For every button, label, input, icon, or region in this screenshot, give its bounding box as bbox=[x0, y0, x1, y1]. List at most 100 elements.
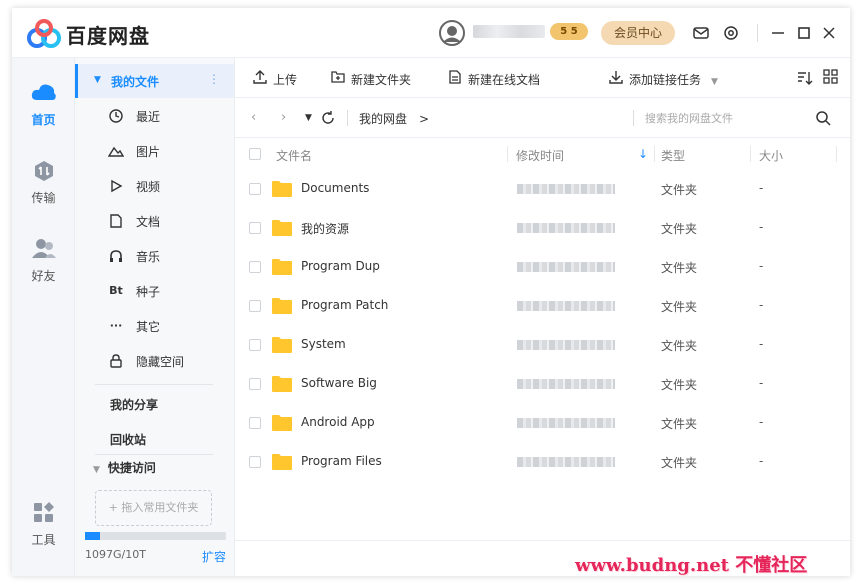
chevron-down-icon[interactable]: ▼ bbox=[711, 77, 718, 87]
new-online-doc-button[interactable]: 新建在线文档 bbox=[448, 70, 540, 88]
file-size: - bbox=[759, 415, 764, 429]
sidebar-quick-access[interactable]: ▼ 快捷访问 bbox=[93, 459, 156, 476]
add-link-task-button[interactable]: 添加链接任务 ▼ bbox=[609, 70, 718, 88]
sidebar-item-label: 文档 bbox=[136, 215, 161, 229]
sidebar-item-label: 音乐 bbox=[136, 250, 161, 264]
new-folder-icon bbox=[331, 71, 345, 83]
vip-level-badge: 5 5 bbox=[550, 23, 588, 40]
column-header-name[interactable]: 文件名 bbox=[276, 147, 312, 164]
quick-access-drop-zone[interactable]: + 拖入常用文件夹 bbox=[95, 490, 212, 526]
sidebar-item-images[interactable]: 图片 bbox=[108, 141, 228, 165]
breadcrumb-root[interactable]: 我的网盘 bbox=[359, 112, 407, 126]
row-checkbox[interactable] bbox=[249, 300, 261, 312]
table-row[interactable]: System 文件夹 - bbox=[235, 326, 850, 365]
folder-icon bbox=[272, 181, 292, 197]
file-name[interactable]: System bbox=[301, 337, 346, 351]
row-checkbox[interactable] bbox=[249, 456, 261, 468]
title-bar: 百度网盘 5 5 会员中心 bbox=[12, 8, 850, 58]
table-row[interactable]: Documents 文件夹 - bbox=[235, 170, 850, 209]
sidebar-item-others[interactable]: ··· 其它 bbox=[108, 316, 228, 340]
row-checkbox[interactable] bbox=[249, 378, 261, 390]
username-blurred[interactable] bbox=[473, 25, 545, 38]
sidebar-item-music[interactable]: 音乐 bbox=[108, 246, 228, 270]
column-header-type[interactable]: 类型 bbox=[661, 147, 685, 164]
back-arrow-icon[interactable]: ‹ bbox=[251, 110, 256, 125]
file-type: 文件夹 bbox=[661, 300, 698, 314]
storage-progress-fill bbox=[85, 532, 101, 540]
row-checkbox[interactable] bbox=[249, 222, 261, 234]
breadcrumb[interactable]: 我的网盘 > bbox=[359, 110, 429, 127]
column-header-modified[interactable]: 修改时间 bbox=[516, 147, 564, 164]
user-avatar-icon[interactable] bbox=[438, 19, 466, 47]
close-icon[interactable] bbox=[818, 22, 840, 44]
file-type: 文件夹 bbox=[661, 417, 698, 431]
table-row[interactable]: 我的资源 文件夹 - bbox=[235, 209, 850, 248]
modified-time-blurred bbox=[517, 262, 615, 272]
my-files-label: 我的文件 bbox=[111, 75, 160, 89]
table-row[interactable]: Android App 文件夹 - bbox=[235, 404, 850, 443]
nav-transfer[interactable]: 传输 bbox=[12, 160, 75, 206]
sidebar-my-share[interactable]: 我的分享 bbox=[110, 396, 158, 413]
select-all-checkbox[interactable] bbox=[249, 148, 261, 160]
file-name[interactable]: Program Files bbox=[301, 454, 382, 468]
settings-gear-icon[interactable] bbox=[720, 22, 742, 44]
folder-icon bbox=[272, 259, 292, 275]
more-vertical-icon[interactable]: ⋮ bbox=[208, 72, 220, 86]
mail-icon[interactable] bbox=[690, 22, 712, 44]
tools-grid-icon bbox=[33, 502, 54, 522]
storage-used-text: 1097G/10T bbox=[85, 548, 146, 561]
file-name[interactable]: Program Dup bbox=[301, 259, 380, 273]
row-checkbox[interactable] bbox=[249, 339, 261, 351]
sidebar-item-hidden-space[interactable]: 隐藏空间 bbox=[108, 351, 228, 375]
maximize-icon[interactable] bbox=[793, 22, 815, 44]
grid-view-icon[interactable] bbox=[823, 69, 839, 85]
play-icon bbox=[111, 179, 123, 193]
file-name[interactable]: Program Patch bbox=[301, 298, 388, 312]
file-name[interactable]: Software Big bbox=[301, 376, 377, 390]
forward-arrow-icon[interactable]: › bbox=[281, 110, 286, 125]
search-input[interactable] bbox=[645, 108, 805, 128]
sidebar-item-documents[interactable]: 文档 bbox=[108, 211, 228, 235]
sidebar-recycle-bin[interactable]: 回收站 bbox=[110, 431, 146, 448]
sort-desc-arrow-icon[interactable]: ↓ bbox=[638, 147, 648, 161]
mountain-image-icon bbox=[108, 146, 124, 157]
sidebar-item-videos[interactable]: 视频 bbox=[108, 176, 228, 200]
file-size: - bbox=[759, 337, 764, 351]
member-center-button[interactable]: 会员中心 bbox=[601, 21, 675, 45]
refresh-icon[interactable] bbox=[321, 111, 335, 125]
file-name[interactable]: 我的资源 bbox=[301, 220, 349, 237]
nav-home[interactable]: 首页 bbox=[12, 80, 75, 128]
modified-time-blurred bbox=[517, 223, 615, 233]
row-checkbox[interactable] bbox=[249, 417, 261, 429]
sidebar-item-label: 视频 bbox=[136, 180, 161, 194]
folder-icon bbox=[272, 376, 292, 392]
row-checkbox[interactable] bbox=[249, 183, 261, 195]
table-row[interactable]: Software Big 文件夹 - bbox=[235, 365, 850, 404]
file-name[interactable]: Android App bbox=[301, 415, 375, 429]
nav-friends[interactable]: 好友 bbox=[12, 238, 75, 284]
bt-icon: Bt bbox=[109, 284, 123, 297]
sidebar-my-files[interactable]: ▼ 我的文件 ⋮ bbox=[75, 64, 234, 98]
column-separator bbox=[507, 146, 508, 162]
history-dropdown-icon[interactable]: ▼ bbox=[305, 113, 312, 123]
lock-icon bbox=[110, 354, 122, 368]
main-panel: 上传 新建文件夹 新建在线文档 添加链接任务 ▼ ‹ › ▼ 我的网盘 > 搜索… bbox=[235, 58, 850, 576]
column-header-size[interactable]: 大小 bbox=[759, 147, 783, 164]
table-row[interactable]: Program Patch 文件夹 - bbox=[235, 287, 850, 326]
new-folder-button[interactable]: 新建文件夹 bbox=[331, 70, 411, 88]
sidebar-item-recent[interactable]: 最近 bbox=[108, 106, 228, 130]
nav-tools[interactable]: 工具 bbox=[12, 502, 75, 548]
file-name[interactable]: Documents bbox=[301, 181, 369, 195]
search-icon[interactable] bbox=[815, 110, 831, 126]
row-checkbox[interactable] bbox=[249, 261, 261, 273]
sort-icon[interactable] bbox=[797, 70, 813, 86]
expand-storage-link[interactable]: 扩容 bbox=[202, 548, 226, 565]
sidebar-item-torrents[interactable]: Bt 种子 bbox=[108, 281, 228, 305]
table-row[interactable]: Program Dup 文件夹 - bbox=[235, 248, 850, 287]
upload-button[interactable]: 上传 bbox=[253, 70, 297, 88]
modified-time-blurred bbox=[517, 301, 615, 311]
minimize-icon[interactable] bbox=[767, 22, 789, 44]
sidebar-item-label: 隐藏空间 bbox=[136, 355, 185, 369]
add-link-task-label: 添加链接任务 bbox=[629, 73, 702, 87]
table-row[interactable]: Program Files 文件夹 - bbox=[235, 443, 850, 482]
